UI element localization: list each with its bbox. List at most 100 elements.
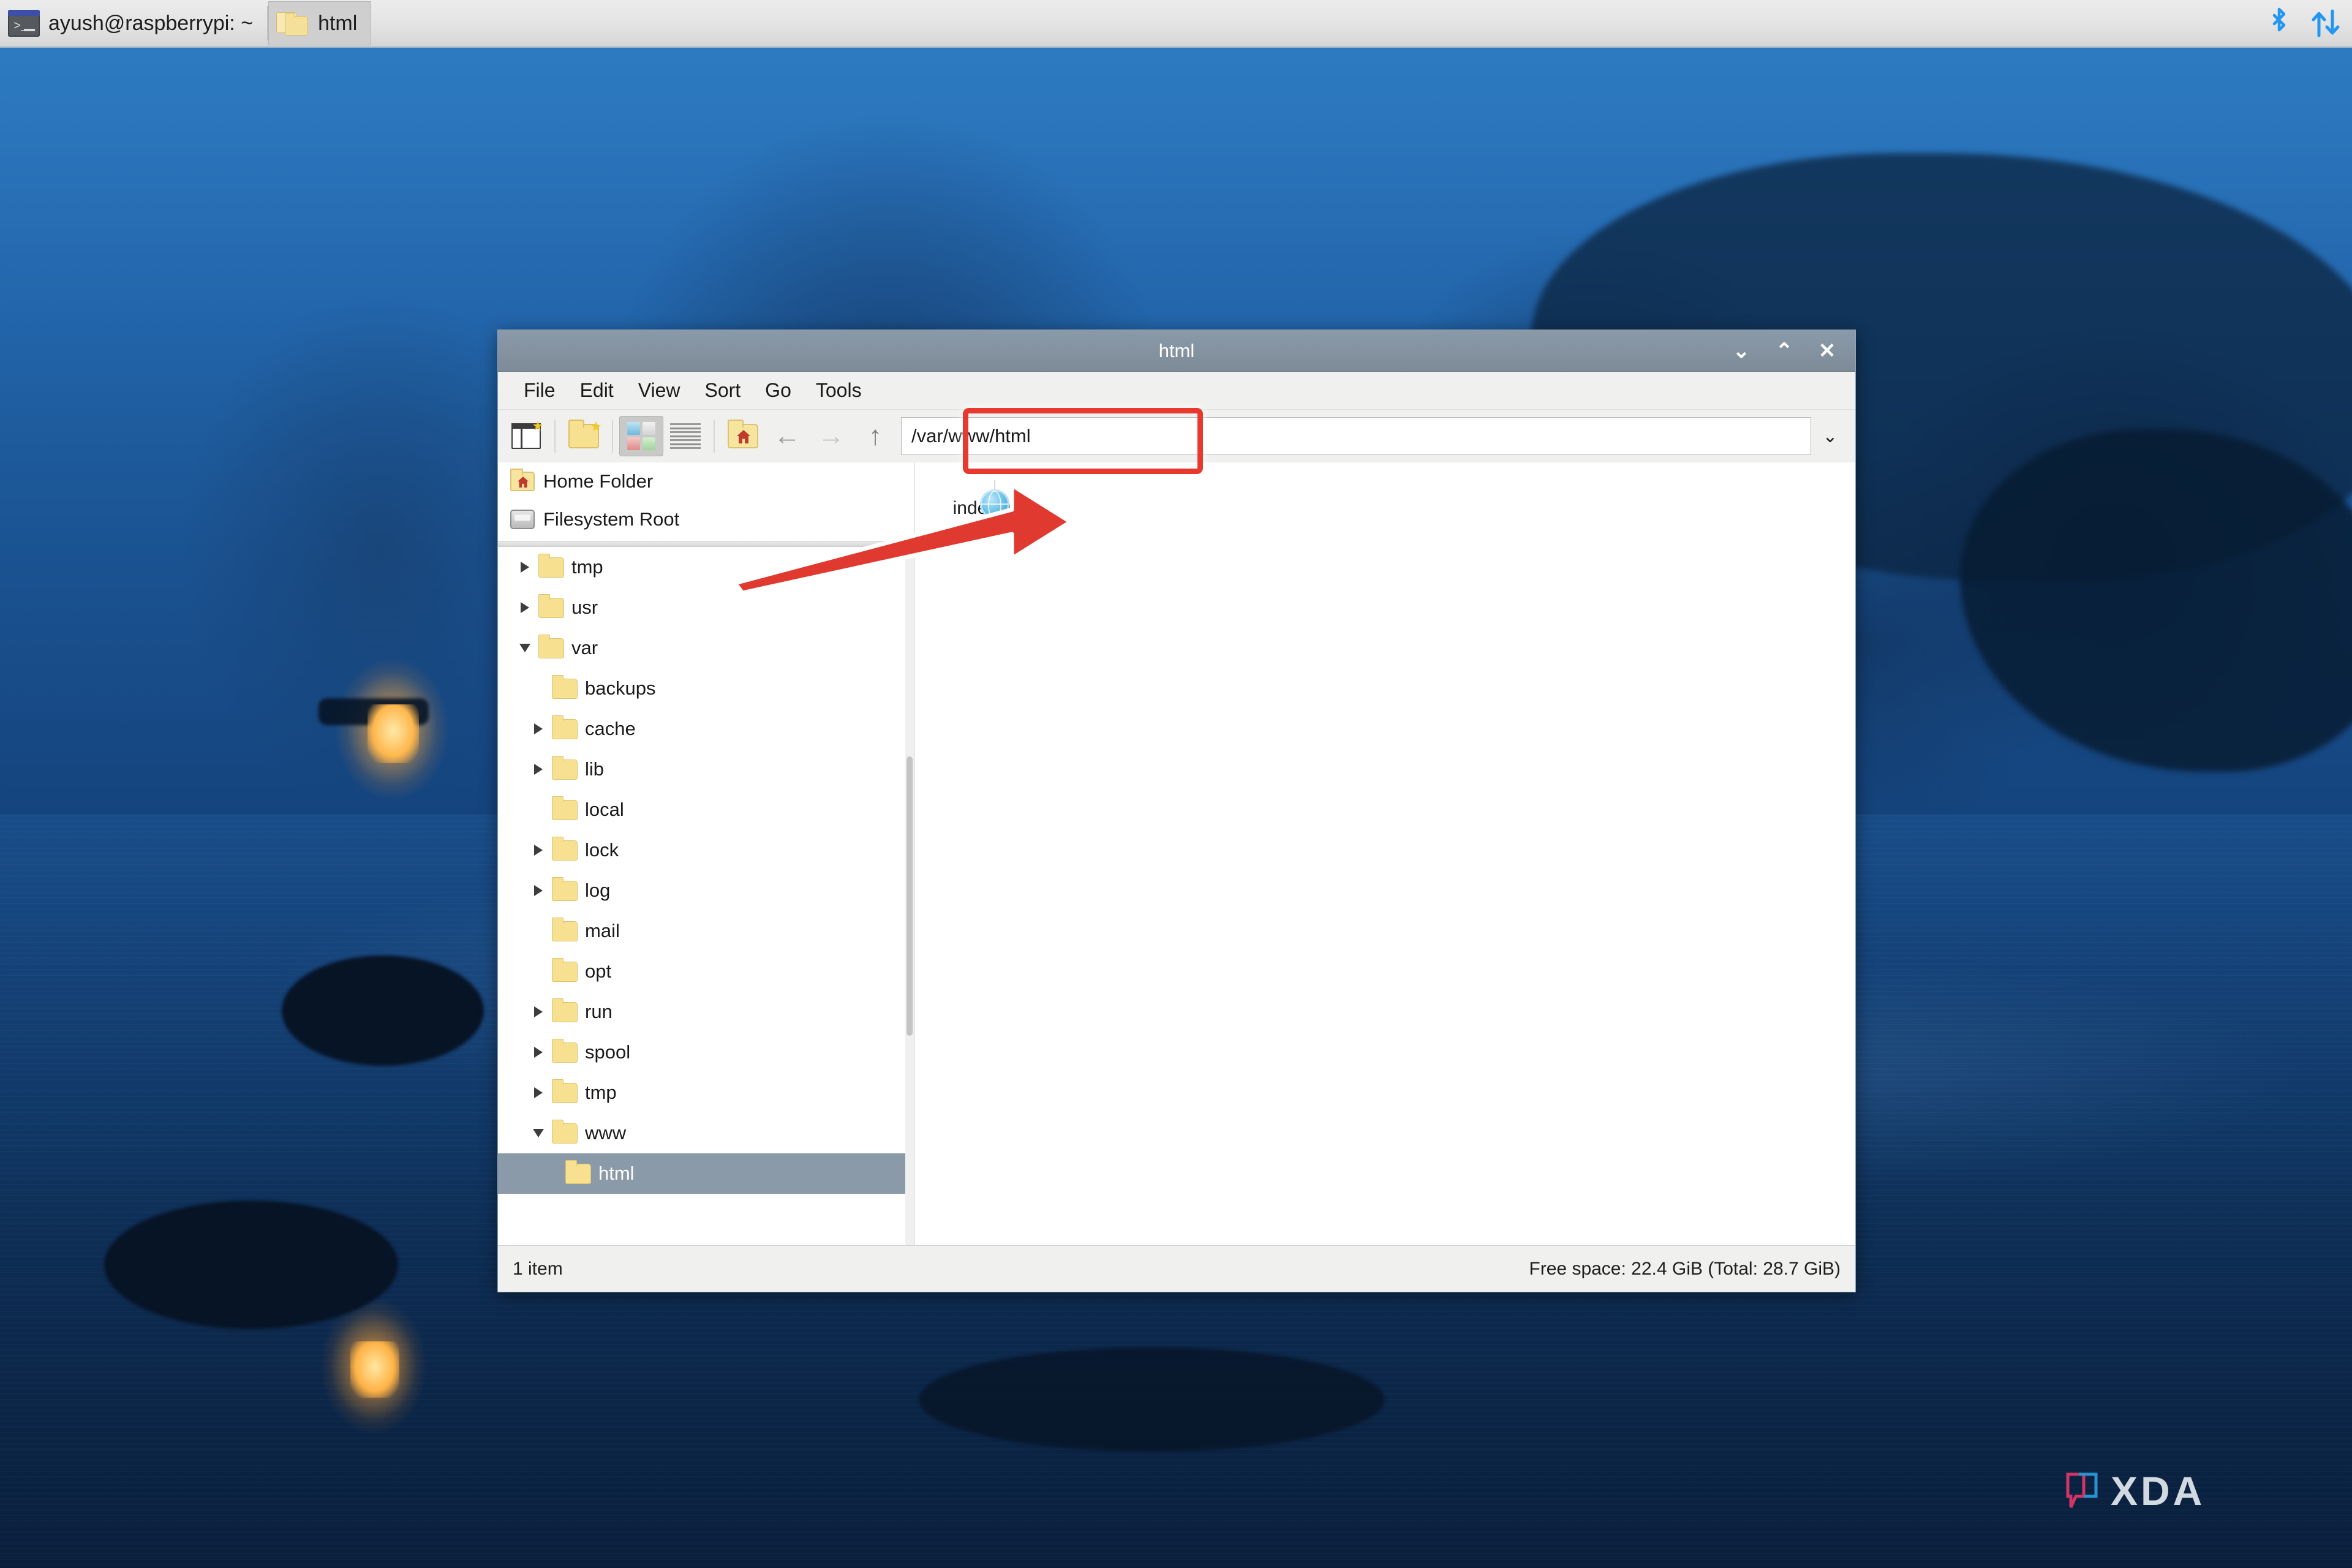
folder-icon — [551, 917, 578, 941]
tree-item-tmp[interactable]: tmp — [498, 1072, 914, 1113]
chevron-right-icon[interactable] — [525, 723, 552, 734]
disk-icon — [510, 510, 535, 529]
tree-item-label: run — [585, 1001, 612, 1022]
tree-item-label: var — [571, 637, 598, 658]
tree-item-var[interactable]: var — [498, 628, 914, 668]
tree-item-label: mail — [585, 920, 620, 941]
tree-item-label: www — [585, 1122, 627, 1144]
tree-item-local[interactable]: local — [498, 790, 914, 830]
sidebar-item-filesystem-root[interactable]: Filesystem Root — [498, 500, 914, 538]
new-window-button[interactable] — [504, 416, 548, 456]
list-view-button[interactable] — [663, 416, 707, 456]
lantern-glow — [350, 1341, 399, 1398]
tree-item-label: cache — [585, 718, 636, 739]
menu-file[interactable]: File — [513, 374, 567, 407]
chevron-right-icon[interactable] — [511, 602, 538, 613]
chevron-right-icon[interactable] — [525, 845, 552, 856]
sidebar-scrollbar[interactable] — [905, 547, 914, 1245]
file-manager-window: html ⌄ ⌃ ✕ File Edit View Sort Go Tools — [497, 330, 1856, 1292]
new-folder-icon — [568, 420, 601, 448]
tree-item-label: html — [598, 1163, 635, 1184]
folder-icon — [551, 836, 578, 861]
back-button[interactable]: ← — [765, 416, 809, 456]
tree-item-usr[interactable]: usr — [498, 587, 914, 628]
toolbar-divider — [612, 420, 613, 453]
status-item-count: 1 item — [513, 1258, 563, 1279]
tree-item-www[interactable]: www — [498, 1113, 914, 1153]
detailed-list-view-icon — [670, 423, 701, 449]
taskbar-item-label: html — [318, 11, 358, 35]
forward-button[interactable]: → — [809, 416, 853, 456]
folder-icon — [538, 553, 564, 578]
window-title: html — [1158, 339, 1195, 361]
sidebar-item-label: Filesystem Root — [543, 508, 680, 530]
folder-icon — [551, 715, 578, 739]
foreground-rock — [919, 1348, 1384, 1452]
xda-watermark: XDA — [2065, 1468, 2205, 1514]
tree-item-tmp[interactable]: tmp — [498, 547, 914, 587]
window-titlebar[interactable]: html ⌄ ⌃ ✕ — [498, 330, 1855, 372]
chevron-right-icon[interactable] — [511, 562, 538, 573]
taskbar-item-html[interactable]: html — [268, 1, 372, 45]
tree-item-run[interactable]: run — [498, 992, 914, 1032]
file-item-index-html[interactable]: index.html — [937, 480, 1053, 519]
home-folder-button[interactable] — [721, 416, 765, 456]
home-folder-icon — [728, 420, 758, 448]
chevron-right-icon[interactable] — [525, 764, 552, 775]
maximize-button[interactable]: ⌃ — [1772, 339, 1796, 363]
chevron-down-icon[interactable] — [511, 644, 538, 652]
file-manager-icon — [276, 10, 309, 37]
menu-edit[interactable]: Edit — [569, 374, 625, 407]
new-folder-button[interactable] — [562, 416, 606, 456]
tree-item-html[interactable]: html — [498, 1153, 914, 1194]
bluetooth-icon[interactable] — [2269, 7, 2290, 39]
tree-item-log[interactable]: log — [498, 870, 914, 911]
tree-item-cache[interactable]: cache — [498, 709, 914, 749]
sidebar: Home Folder Filesystem Root tmp usr var bac… — [498, 462, 914, 1245]
chevron-right-icon[interactable] — [525, 1006, 552, 1017]
toolbar-divider — [554, 420, 556, 453]
network-updown-icon[interactable] — [2310, 7, 2342, 39]
sidebar-divider — [498, 541, 914, 547]
path-input[interactable]: /var/www/html — [901, 417, 1811, 455]
taskbar-item-label: ayush@raspberrypi: ~ — [48, 11, 254, 35]
taskbar-item-terminal[interactable]: >_ ayush@raspberrypi: ~ — [0, 1, 267, 45]
minimize-button[interactable]: ⌄ — [1729, 339, 1754, 363]
tree-item-label: lib — [585, 758, 605, 780]
menu-sort[interactable]: Sort — [693, 374, 752, 407]
system-tray — [2269, 7, 2352, 39]
icon-view-button[interactable] — [619, 416, 663, 456]
chevron-down-icon[interactable] — [525, 1129, 552, 1137]
folder-icon — [551, 755, 578, 780]
new-window-icon — [511, 421, 543, 449]
close-button[interactable]: ✕ — [1815, 339, 1839, 363]
menu-go[interactable]: Go — [754, 374, 802, 407]
folder-icon — [551, 674, 578, 699]
folder-icon — [551, 957, 578, 982]
tree-item-mail[interactable]: mail — [498, 911, 914, 951]
tree-item-label: log — [585, 880, 611, 901]
path-dropdown-button[interactable]: ⌄ — [1811, 417, 1849, 455]
folder-icon — [551, 876, 578, 901]
html-document-icon — [980, 480, 1009, 519]
tree-silhouette — [1960, 429, 2352, 772]
scrollbar-thumb[interactable] — [907, 756, 913, 1036]
chevron-down-icon: ⌄ — [1822, 426, 1838, 447]
tree-item-spool[interactable]: spool — [498, 1032, 914, 1072]
chevron-right-icon[interactable] — [525, 1047, 552, 1058]
chevron-right-icon[interactable] — [525, 1087, 552, 1098]
sidebar-item-home-folder[interactable]: Home Folder — [498, 462, 914, 500]
tree-item-lock[interactable]: lock — [498, 830, 914, 870]
folder-icon — [551, 1119, 578, 1144]
menu-tools[interactable]: Tools — [805, 374, 873, 407]
foreground-rock — [282, 956, 484, 1066]
chevron-right-icon[interactable] — [525, 885, 552, 896]
tree-item-label: local — [585, 799, 624, 820]
tree-item-opt[interactable]: opt — [498, 951, 914, 992]
window-controls: ⌄ ⌃ ✕ — [1729, 339, 1855, 363]
tree-item-backups[interactable]: backups — [498, 668, 914, 709]
file-list-area[interactable]: index.html — [914, 462, 1855, 1245]
menu-view[interactable]: View — [627, 374, 692, 407]
tree-item-lib[interactable]: lib — [498, 749, 914, 790]
up-button[interactable]: ↑ — [853, 416, 897, 456]
